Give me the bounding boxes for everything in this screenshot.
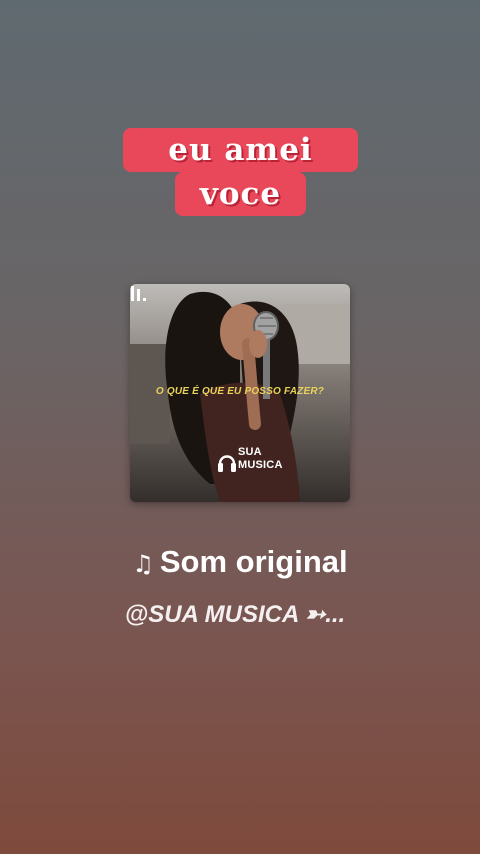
- brand-line-1: SUA: [238, 446, 262, 458]
- headphones-icon: [218, 455, 236, 472]
- audio-bars-icon: [131, 286, 146, 301]
- sound-title[interactable]: ♫ Som original: [0, 542, 480, 584]
- sound-author-link[interactable]: @SUA MUSICA ➳...: [0, 599, 470, 631]
- brand-line-2: MUSICA: [238, 459, 283, 471]
- cover-lyric-text: O QUE É QUE EU POSSO FAZER?: [155, 386, 325, 397]
- sticker-line-2: voce: [175, 172, 306, 216]
- sticker-line-1: eu amei: [123, 128, 358, 172]
- sound-title-text: Som original: [159, 544, 348, 579]
- music-note-icon: ♫: [132, 550, 154, 578]
- brand-logo: SUA MUSICA: [218, 444, 288, 480]
- album-cover[interactable]: O QUE É QUE EU POSSO FAZER? SUA MUSICA: [130, 284, 350, 502]
